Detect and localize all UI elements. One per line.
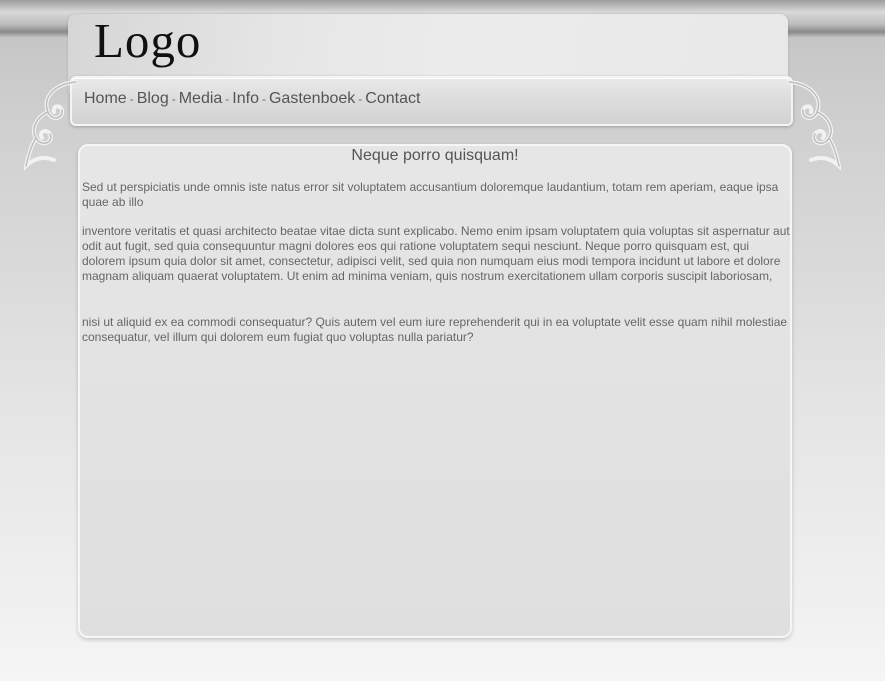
nav-separator: -	[225, 92, 230, 106]
nav-separator: -	[129, 92, 134, 106]
nav-item-contact[interactable]: Contact	[365, 90, 420, 108]
nav-item-media[interactable]: Media	[179, 90, 223, 108]
nav-separator: -	[358, 92, 363, 106]
nav-item-blog[interactable]: Blog	[137, 90, 169, 108]
nav-item-home[interactable]: Home	[84, 90, 127, 108]
content-paragraph: inventore veritatis et quasi architecto …	[82, 224, 790, 283]
nav-item-gastenboek[interactable]: Gastenboek	[269, 90, 355, 108]
content-title: Neque porro quisquam!	[351, 147, 519, 164]
nav-separator: -	[261, 92, 266, 106]
site-logo[interactable]: Logo	[94, 12, 201, 69]
content-paragraph: Sed ut perspiciatis unde omnis iste natu…	[82, 180, 779, 209]
main-nav: Home - Blog - Media - Info - Gastenboek …	[84, 90, 420, 108]
nav-separator: -	[171, 92, 176, 106]
content-paragraph: nisi ut aliquid ex ea commodi consequatu…	[82, 315, 788, 344]
nav-item-info[interactable]: Info	[232, 90, 259, 108]
content-panel	[78, 144, 792, 638]
scroll-ornament-icon	[24, 80, 78, 170]
